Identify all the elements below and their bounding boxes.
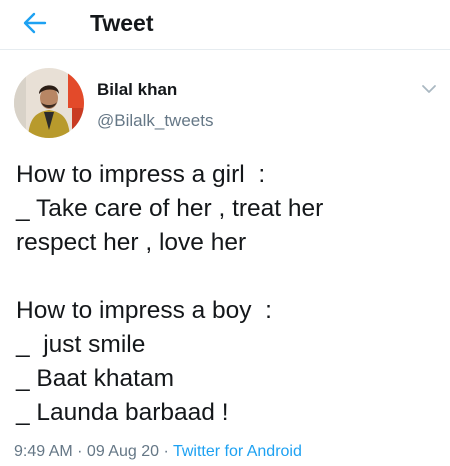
separator-dot: · [72, 443, 87, 460]
back-arrow-icon [23, 12, 47, 34]
profile-photo [14, 68, 84, 138]
tweet-metadata: 9:49 AM · 09 Aug 20 · Twitter for Androi… [14, 443, 302, 461]
back-button[interactable] [18, 8, 52, 38]
tweet-date: 09 Aug 20 [86, 443, 159, 460]
tweet-text: How to impress a girl : _ Take care of h… [16, 158, 446, 430]
tweet-source-link[interactable]: Twitter for Android [173, 443, 302, 460]
author-name[interactable]: Bilal khan [97, 80, 177, 100]
tweet-line: _ Take care of her , treat her [16, 195, 324, 222]
more-options-button[interactable] [418, 78, 440, 100]
tweet-line: respect her , love her [16, 229, 247, 256]
top-bar: Tweet [0, 0, 450, 50]
tweet-line: _ Baat khatam [16, 365, 174, 392]
avatar[interactable] [14, 68, 84, 138]
tweet-time: 9:49 AM [14, 443, 73, 460]
separator-dot: · [159, 443, 173, 460]
author-handle[interactable]: @Bilalk_tweets [97, 111, 213, 131]
tweet-line: _ just smile [16, 331, 146, 358]
tweet-line: How to impress a boy : [16, 297, 272, 324]
tweet-line: _ Launda barbaad ! [16, 399, 229, 426]
tweet-line: How to impress a girl : [16, 161, 266, 188]
tweet-line [16, 260, 446, 294]
chevron-down-icon [422, 85, 436, 93]
page-title: Tweet [90, 10, 154, 36]
